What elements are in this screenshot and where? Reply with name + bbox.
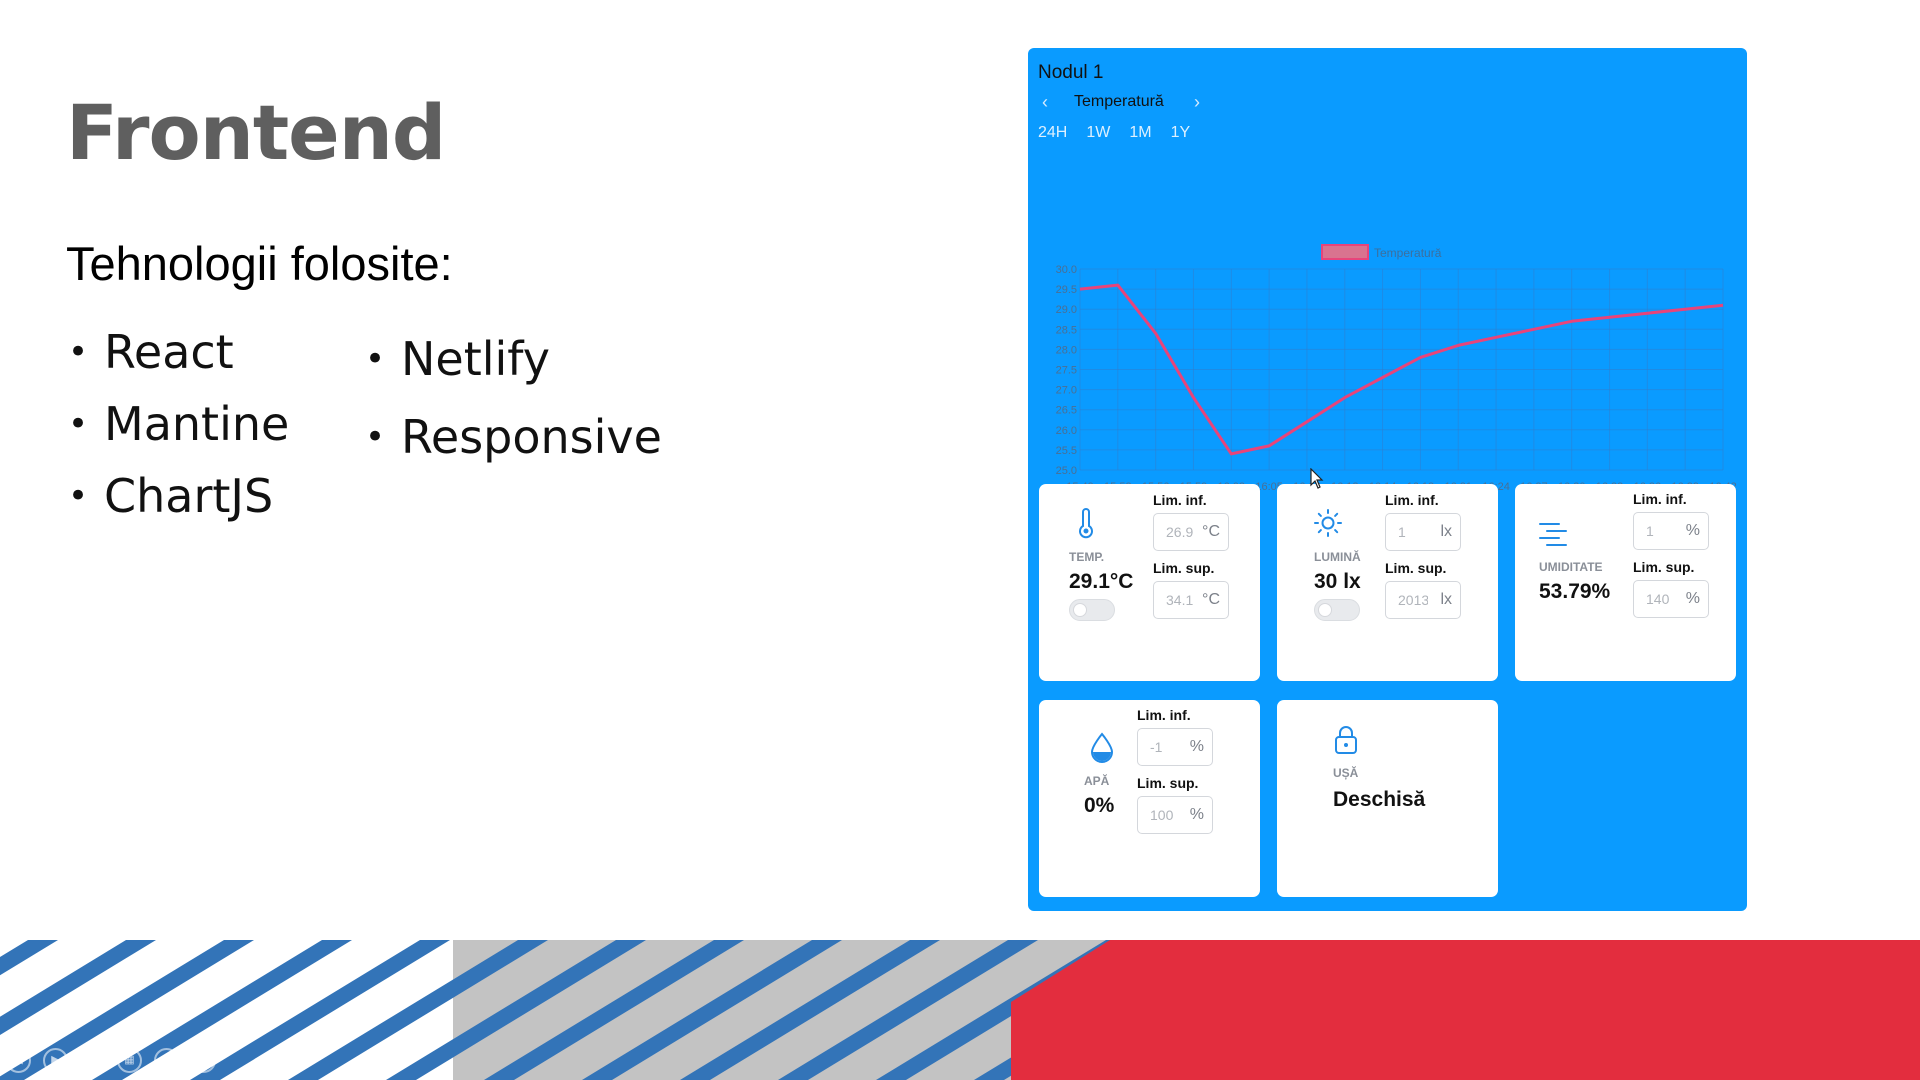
light-alert-toggle[interactable] <box>1314 599 1360 621</box>
lim-sup-label: Lim. sup. <box>1137 775 1199 791</box>
y-tick-label: 27.5 <box>1056 365 1077 377</box>
node-title: Nodul 1 <box>1038 62 1104 83</box>
y-tick-label: 28.5 <box>1056 324 1077 336</box>
temp-value: 29.1°C <box>1069 570 1134 593</box>
field-value: 1 <box>1646 523 1654 539</box>
range-1w[interactable]: 1W <box>1086 124 1110 142</box>
range-1m[interactable]: 1M <box>1129 124 1151 142</box>
light-lim-sup-input[interactable]: 2013 lx <box>1385 581 1461 619</box>
range-1y[interactable]: 1Y <box>1171 124 1191 142</box>
previous-slide-icon[interactable]: ◀ <box>6 1048 31 1073</box>
tech-item: React <box>68 316 289 388</box>
light-card: LUMINĂ 30 lx Lim. inf. 1 lx Lim. sup. 20… <box>1277 484 1498 681</box>
range-24h[interactable]: 24H <box>1038 124 1067 142</box>
y-tick-label: 28.0 <box>1056 344 1077 356</box>
lim-inf-label: Lim. inf. <box>1633 491 1687 507</box>
water-card: APĂ 0% Lim. inf. -1 % Lim. sup. 100 % <box>1039 700 1260 897</box>
pen-icon[interactable]: ✎ <box>80 1048 105 1073</box>
field-value: 26.9 <box>1166 524 1194 540</box>
field-value: 2013 <box>1398 592 1428 608</box>
door-status: Deschisă <box>1333 788 1426 811</box>
slides-icon[interactable]: ▦ <box>117 1048 142 1073</box>
presentation-controls: ◀ ▶ ✎ ▦ ⌕ … <box>6 1048 216 1073</box>
humidity-lim-inf-input[interactable]: 1 % <box>1633 512 1709 550</box>
mouse-cursor-icon <box>1310 468 1324 489</box>
legend-swatch <box>1321 244 1369 260</box>
sun-icon <box>1314 509 1342 537</box>
temp-label: TEMP. <box>1069 550 1105 564</box>
humidity-label: UMIDITATE <box>1539 560 1603 574</box>
field-value: 1 <box>1398 524 1406 540</box>
decorative-banner <box>0 940 1920 1080</box>
dashboard-panel: Nodul 1 ‹ Temperatură › 24H 1W 1M 1Y Tem… <box>1028 48 1747 911</box>
more-icon[interactable]: … <box>191 1048 216 1073</box>
field-unit: °C <box>1202 523 1220 540</box>
legend-label: Temperatură <box>1374 246 1442 260</box>
field-unit: lx <box>1440 523 1452 540</box>
y-tick-label: 29.0 <box>1056 304 1077 316</box>
tech-item: Mantine <box>68 388 289 460</box>
humidity-icon <box>1539 523 1567 546</box>
humidity-value: 53.79% <box>1539 580 1611 603</box>
field-unit: % <box>1685 590 1700 607</box>
y-tick-label: 25.0 <box>1056 465 1077 477</box>
range-selector: 24H 1W 1M 1Y <box>1038 124 1190 142</box>
lim-inf-label: Lim. inf. <box>1153 492 1207 508</box>
tech-item: ChartJS <box>68 460 289 532</box>
y-tick-label: 29.5 <box>1056 284 1077 296</box>
temp-alert-toggle[interactable] <box>1069 599 1115 621</box>
tech-list-1: React Mantine ChartJS <box>68 316 289 532</box>
water-drop-icon <box>1090 732 1114 763</box>
field-value: 100 <box>1150 807 1174 823</box>
tech-item: Netlify <box>365 320 662 398</box>
temp-lim-inf-input[interactable]: 26.9 °C <box>1153 513 1229 551</box>
lim-sup-label: Lim. sup. <box>1385 560 1447 576</box>
lim-inf-label: Lim. inf. <box>1137 707 1191 723</box>
slide-title: Frontend <box>66 88 446 177</box>
field-value: 140 <box>1646 591 1670 607</box>
y-tick-label: 27.0 <box>1056 385 1077 397</box>
field-value: -1 <box>1150 739 1163 755</box>
door-card: UȘĂ Deschisă <box>1277 700 1498 897</box>
field-unit: % <box>1189 806 1204 823</box>
field-value: 34.1 <box>1166 592 1194 608</box>
lim-sup-label: Lim. sup. <box>1633 559 1695 575</box>
light-lim-inf-input[interactable]: 1 lx <box>1385 513 1461 551</box>
water-label: APĂ <box>1084 774 1110 788</box>
y-tick-label: 26.5 <box>1056 405 1077 417</box>
humidity-lim-sup-input[interactable]: 140 % <box>1633 580 1709 618</box>
y-tick-label: 25.5 <box>1056 445 1077 457</box>
lim-sup-label: Lim. sup. <box>1153 560 1215 576</box>
zoom-icon[interactable]: ⌕ <box>154 1048 179 1073</box>
y-tick-label: 30.0 <box>1056 264 1077 276</box>
lim-inf-label: Lim. inf. <box>1385 492 1439 508</box>
next-metric-button[interactable]: › <box>1194 92 1200 113</box>
field-unit: °C <box>1202 591 1220 608</box>
field-unit: % <box>1685 522 1700 539</box>
tech-item: Responsive <box>365 398 662 476</box>
water-lim-inf-input[interactable]: -1 % <box>1137 728 1213 766</box>
door-label: UȘĂ <box>1333 766 1359 780</box>
thermometer-icon <box>1079 508 1093 539</box>
play-icon[interactable]: ▶ <box>43 1048 68 1073</box>
field-unit: lx <box>1440 591 1452 608</box>
field-unit: % <box>1189 738 1204 755</box>
water-lim-sup-input[interactable]: 100 % <box>1137 796 1213 834</box>
prev-metric-button[interactable]: ‹ <box>1042 92 1048 113</box>
temp-card: TEMP. 29.1°C Lim. inf. 26.9 °C Lim. sup.… <box>1039 484 1260 681</box>
lock-icon <box>1335 726 1357 754</box>
slide-subtitle: Tehnologii folosite: <box>66 237 453 290</box>
light-value: 30 lx <box>1314 570 1361 593</box>
temp-lim-sup-input[interactable]: 34.1 °C <box>1153 581 1229 619</box>
humidity-card: UMIDITATE 53.79% Lim. inf. 1 % Lim. sup.… <box>1515 484 1736 681</box>
light-label: LUMINĂ <box>1314 550 1361 564</box>
tech-list-2: Netlify Responsive <box>365 320 662 480</box>
metric-label: Temperatură <box>1074 93 1164 110</box>
water-value: 0% <box>1084 794 1115 817</box>
temperature-chart: Temperatură 30.0 29.5 29.0 28.5 28.0 27.5 27.0 2… <box>1056 244 1737 493</box>
y-tick-label: 26.0 <box>1056 425 1077 437</box>
